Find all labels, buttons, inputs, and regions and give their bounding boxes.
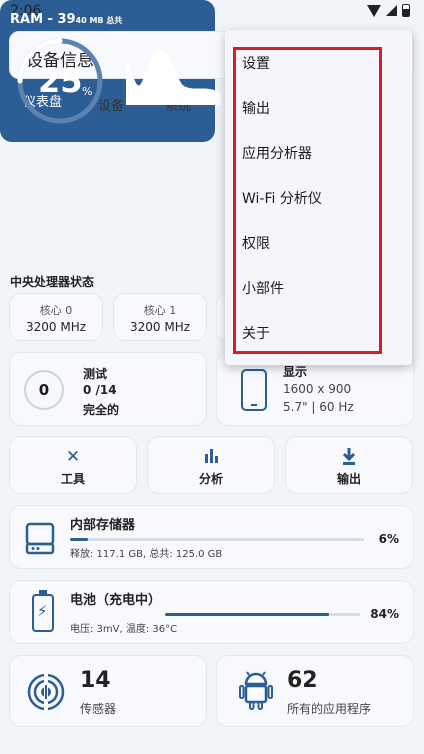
export-label: 输出 — [336, 472, 361, 486]
menu-item-export[interactable]: 输出 — [225, 87, 412, 131]
download-icon — [286, 447, 412, 470]
signal-icon — [386, 5, 397, 16]
cpu-core-0[interactable]: 核心 0 3200 MHz — [9, 293, 103, 341]
ram-total: 40 MB 总共 — [75, 16, 123, 25]
display-resolution: 1600 x 900 — [283, 382, 352, 396]
ram-usage-graph — [126, 49, 221, 105]
battery-details: 电压: 3mV, 温度: 36°C — [70, 624, 178, 635]
apps-card[interactable]: 62 所有的应用程序 — [216, 655, 414, 727]
battery-icon — [402, 4, 410, 17]
bar-chart-icon — [148, 447, 274, 468]
menu-item-about[interactable]: 关于 — [225, 312, 412, 356]
display-title: 显示 — [283, 365, 308, 379]
core-frequency: 3200 MHz — [25, 320, 87, 334]
overflow-menu: 设置 输出 应用分析器 Wi-Fi 分析仪 权限 小部件 关于 — [225, 30, 412, 365]
menu-item-settings[interactable]: 设置 — [225, 42, 412, 86]
tools-button[interactable]: ✕ 工具 — [9, 436, 137, 494]
menu-item-app-analyzer[interactable]: 应用分析器 — [225, 132, 412, 176]
storage-card[interactable]: 内部存储器 释放: 117.1 GB, 总共: 125.0 GB 6% — [9, 505, 414, 569]
core-label: 核心 1 — [143, 304, 177, 317]
menu-item-wifi-analyzer[interactable]: Wi-Fi 分析仪 — [225, 177, 412, 221]
status-icons — [367, 4, 410, 17]
ram-percent-sign: % — [82, 85, 93, 98]
battery-card[interactable]: ⚡ 电池（充电中） 电压: 3mV, 温度: 36°C 84% — [9, 580, 414, 644]
sensors-label: 传感器 — [80, 702, 117, 716]
tests-count-circle: 0 — [24, 370, 64, 410]
battery-charging-icon: ⚡ — [32, 590, 54, 632]
export-button[interactable]: 输出 — [285, 436, 413, 494]
tools-label: 工具 — [60, 472, 85, 486]
storage-bar-fill — [70, 538, 88, 541]
core-label: 核心 0 — [39, 304, 73, 317]
ram-percent: 25 — [38, 62, 83, 100]
analysis-button[interactable]: 分析 — [147, 436, 275, 494]
tests-progress: 0 /14 — [83, 383, 117, 397]
menu-item-widgets[interactable]: 小部件 — [225, 267, 412, 311]
sensors-count: 14 — [80, 668, 111, 693]
apps-count: 62 — [287, 668, 318, 693]
cpu-core-1[interactable]: 核心 1 3200 MHz — [113, 293, 207, 341]
sensor-icon — [27, 672, 65, 712]
tests-title: 测试 — [83, 367, 108, 381]
battery-bar-fill — [165, 613, 329, 616]
sensors-card[interactable]: 14 传感器 — [9, 655, 207, 727]
storage-percent: 6% — [378, 532, 399, 546]
phone-icon — [241, 369, 267, 411]
battery-bar — [165, 613, 360, 616]
tools-icon: ✕ — [65, 447, 81, 467]
display-size: 5.7" | 60 Hz — [283, 400, 354, 414]
storage-bar — [70, 538, 364, 541]
battery-percent: 84% — [370, 607, 399, 621]
wifi-icon — [367, 4, 381, 17]
core-frequency: 3200 MHz — [129, 320, 191, 334]
analysis-label: 分析 — [198, 472, 223, 486]
tests-card[interactable]: 0 测试 0 /14 完全的 — [9, 352, 207, 426]
storage-details: 释放: 117.1 GB, 总共: 125.0 GB — [70, 549, 223, 560]
ram-label: RAM - 39 — [10, 12, 76, 27]
tests-status: 完全的 — [83, 403, 120, 417]
ram-title: RAM - 3940 MB 总共 — [10, 12, 122, 27]
hard-drive-icon — [25, 522, 55, 555]
android-icon — [239, 671, 273, 710]
storage-title: 内部存储器 — [70, 518, 136, 533]
cpu-section-title: 中央处理器状态 — [10, 275, 95, 289]
battery-title: 电池（充电中） — [70, 593, 162, 608]
menu-item-permissions[interactable]: 权限 — [225, 222, 412, 266]
apps-label: 所有的应用程序 — [287, 702, 372, 716]
